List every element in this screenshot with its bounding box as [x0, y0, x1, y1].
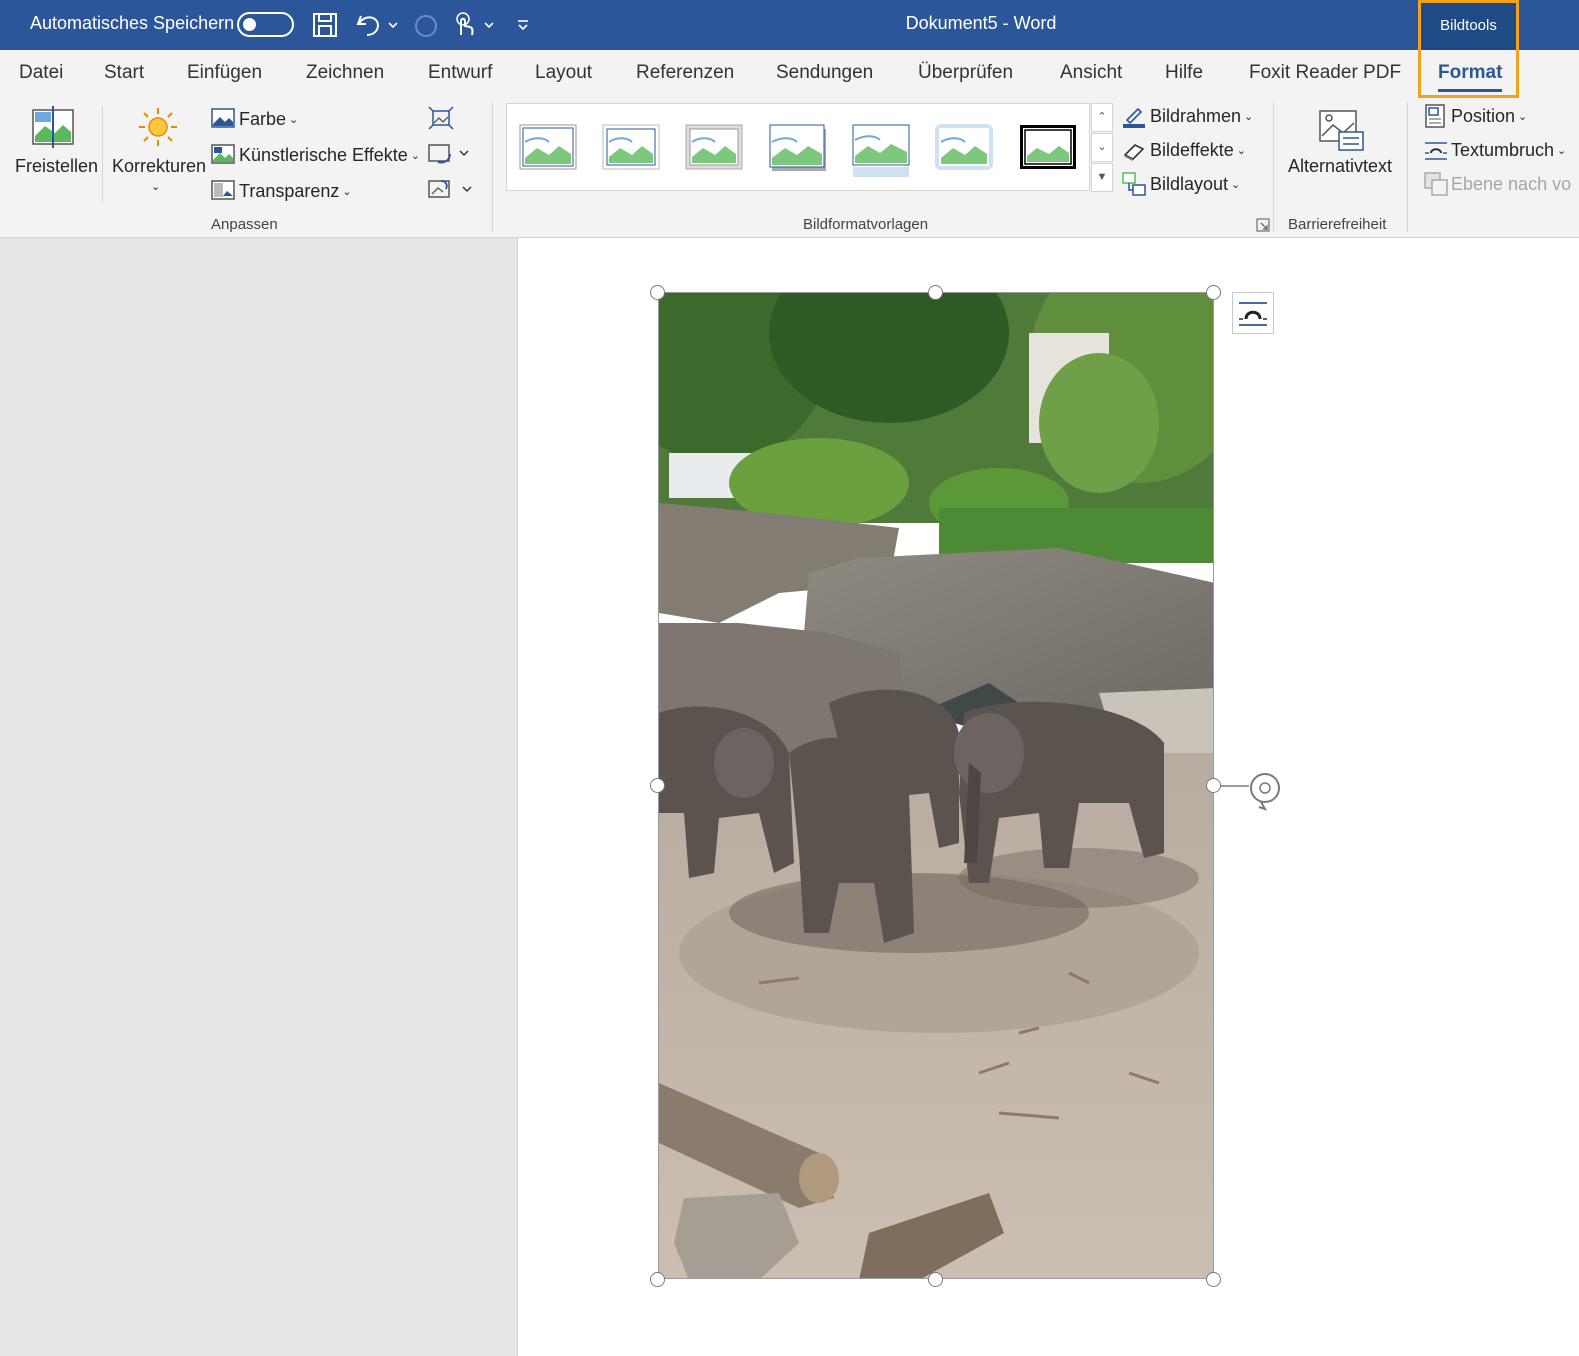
picture-layout-icon [1122, 172, 1146, 201]
tab-einfuegen[interactable]: Einfügen [187, 62, 262, 84]
layout-options-button[interactable] [1232, 292, 1274, 334]
tab-foxit-reader-pdf[interactable]: Foxit Reader PDF [1249, 62, 1401, 84]
textumbruch-button[interactable]: Textumbruch ⌄ [1451, 140, 1566, 161]
transparenz-label: Transparenz [239, 181, 340, 201]
position-label: Position [1451, 106, 1516, 126]
tab-referenzen[interactable]: Referenzen [636, 62, 734, 84]
chevron-down-icon: ⌄ [1236, 145, 1246, 157]
dialog-launcher-icon[interactable] [1256, 218, 1270, 237]
chevron-down-icon: ⌄ [1244, 111, 1254, 123]
chevron-down-icon: ⌄ [1557, 145, 1567, 157]
kuenstlerische-effekte-button[interactable]: Künstlerische Effekte ⌄ [239, 145, 420, 166]
alternativtext-button[interactable]: Alternativtext [1288, 156, 1392, 177]
picture-style-2[interactable] [602, 124, 660, 170]
gallery-scroll-down-icon[interactable]: ⌄ [1091, 133, 1113, 162]
group-label-barrierefreiheit: Barrierefreiheit [1288, 216, 1387, 233]
picture-styles-gallery [506, 103, 1090, 191]
picture-style-4[interactable] [769, 124, 827, 171]
tab-hilfe[interactable]: Hilfe [1165, 62, 1203, 84]
text-wrap-icon [1424, 140, 1448, 167]
resize-handle-right[interactable] [1206, 778, 1221, 793]
bildrahmen-button[interactable]: Bildrahmen ⌄ [1150, 106, 1253, 127]
photo-content [659, 293, 1213, 1278]
tab-ansicht[interactable]: Ansicht [1060, 62, 1122, 84]
rotate-handle-icon[interactable] [1221, 769, 1283, 818]
bildeffekte-button[interactable]: Bildeffekte ⌄ [1150, 140, 1246, 161]
artistic-effects-icon [211, 144, 235, 169]
ebene-nach-vorne-button[interactable]: Ebene nach vo [1451, 174, 1571, 195]
alt-text-icon[interactable] [1317, 108, 1365, 157]
freistellen-button[interactable]: Freistellen [15, 156, 98, 177]
group-label-bildformatvorlagen: Bildformatvorlagen [803, 216, 929, 233]
tab-sendungen[interactable]: Sendungen [776, 62, 873, 84]
picture-style-7[interactable] [1019, 124, 1077, 170]
separator [1273, 102, 1274, 232]
bildeffekte-label: Bildeffekte [1150, 140, 1234, 160]
resize-handle-bottom[interactable] [928, 1272, 943, 1287]
separator [492, 102, 493, 232]
tab-datei[interactable]: Datei [19, 62, 63, 84]
tab-zeichnen[interactable]: Zeichnen [306, 62, 384, 84]
korrekturen-button[interactable]: Korrekturen [112, 156, 206, 177]
effekte-label: Künstlerische Effekte [239, 145, 408, 165]
resize-handle-left[interactable] [650, 778, 665, 793]
farbe-button[interactable]: Farbe ⌄ [239, 109, 298, 130]
transparenz-button[interactable]: Transparenz ⌄ [239, 181, 352, 202]
separator [1407, 102, 1408, 232]
contextual-group-label: Bildtools [1421, 3, 1516, 50]
tab-entwurf[interactable]: Entwurf [428, 62, 492, 84]
tab-layout[interactable]: Layout [535, 62, 592, 84]
sun-icon[interactable] [137, 106, 179, 153]
chevron-down-icon: ⌄ [1231, 179, 1241, 191]
group-label-anpassen: Anpassen [211, 216, 278, 233]
color-picture-icon [211, 108, 235, 133]
gallery-more-icon[interactable]: ▼ [1091, 163, 1113, 192]
resize-handle-top-right[interactable] [1206, 285, 1221, 300]
picture-border-icon [1122, 104, 1146, 133]
separator [102, 106, 103, 202]
gallery-scroll-up-icon[interactable]: ⌃ [1091, 103, 1113, 132]
compress-pictures-icon[interactable] [428, 106, 454, 135]
layout-options-icon [1239, 302, 1267, 326]
farbe-label: Farbe [239, 109, 287, 129]
navigation-area [0, 238, 517, 1356]
remove-background-icon[interactable] [30, 106, 76, 153]
bildlayout-button[interactable]: Bildlayout ⌄ [1150, 174, 1240, 195]
change-picture-icon[interactable] [428, 142, 472, 171]
chevron-down-icon: ⌄ [289, 114, 299, 126]
ribbon-tabs: Datei Start Einfügen Zeichnen Entwurf La… [0, 50, 1579, 135]
picture-style-6[interactable] [935, 124, 993, 170]
bildtools-highlight: Bildtools [1418, 0, 1519, 98]
title-bar: Automatisches Speichern Dokument5 - Word [0, 0, 1579, 50]
elephant-photo[interactable] [658, 292, 1214, 1279]
bring-forward-icon [1424, 172, 1448, 201]
resize-handle-bottom-left[interactable] [650, 1272, 665, 1287]
picture-effects-icon [1122, 140, 1146, 167]
picture-style-5[interactable] [852, 124, 910, 177]
resize-handle-bottom-right[interactable] [1206, 1272, 1221, 1287]
bildrahmen-label: Bildrahmen [1150, 106, 1242, 126]
document-title: Dokument5 - Word [905, 13, 1057, 33]
chevron-down-icon: ⌄ [342, 186, 352, 198]
position-button[interactable]: Position ⌄ [1451, 106, 1527, 127]
resize-handle-top-left[interactable] [650, 285, 665, 300]
position-icon [1424, 104, 1446, 133]
bildlayout-label: Bildlayout [1150, 174, 1229, 194]
textumbruch-label: Textumbruch [1451, 140, 1555, 160]
tab-ueberpruefen[interactable]: Überprüfen [918, 62, 1013, 84]
tab-start[interactable]: Start [104, 62, 144, 84]
chevron-down-icon: ⌄ [410, 150, 420, 162]
chevron-down-icon: ⌄ [1518, 111, 1528, 123]
transparency-icon [211, 180, 235, 205]
ribbon: Freistellen Korrekturen ⌄ Farbe ⌄ Künstle… [0, 98, 1579, 238]
picture-style-1[interactable] [519, 124, 577, 170]
reset-picture-icon[interactable] [428, 178, 476, 207]
korrekturen-chevron-down-icon[interactable]: ⌄ [151, 180, 160, 193]
picture-style-3[interactable] [685, 124, 743, 170]
resize-handle-top[interactable] [928, 285, 943, 300]
